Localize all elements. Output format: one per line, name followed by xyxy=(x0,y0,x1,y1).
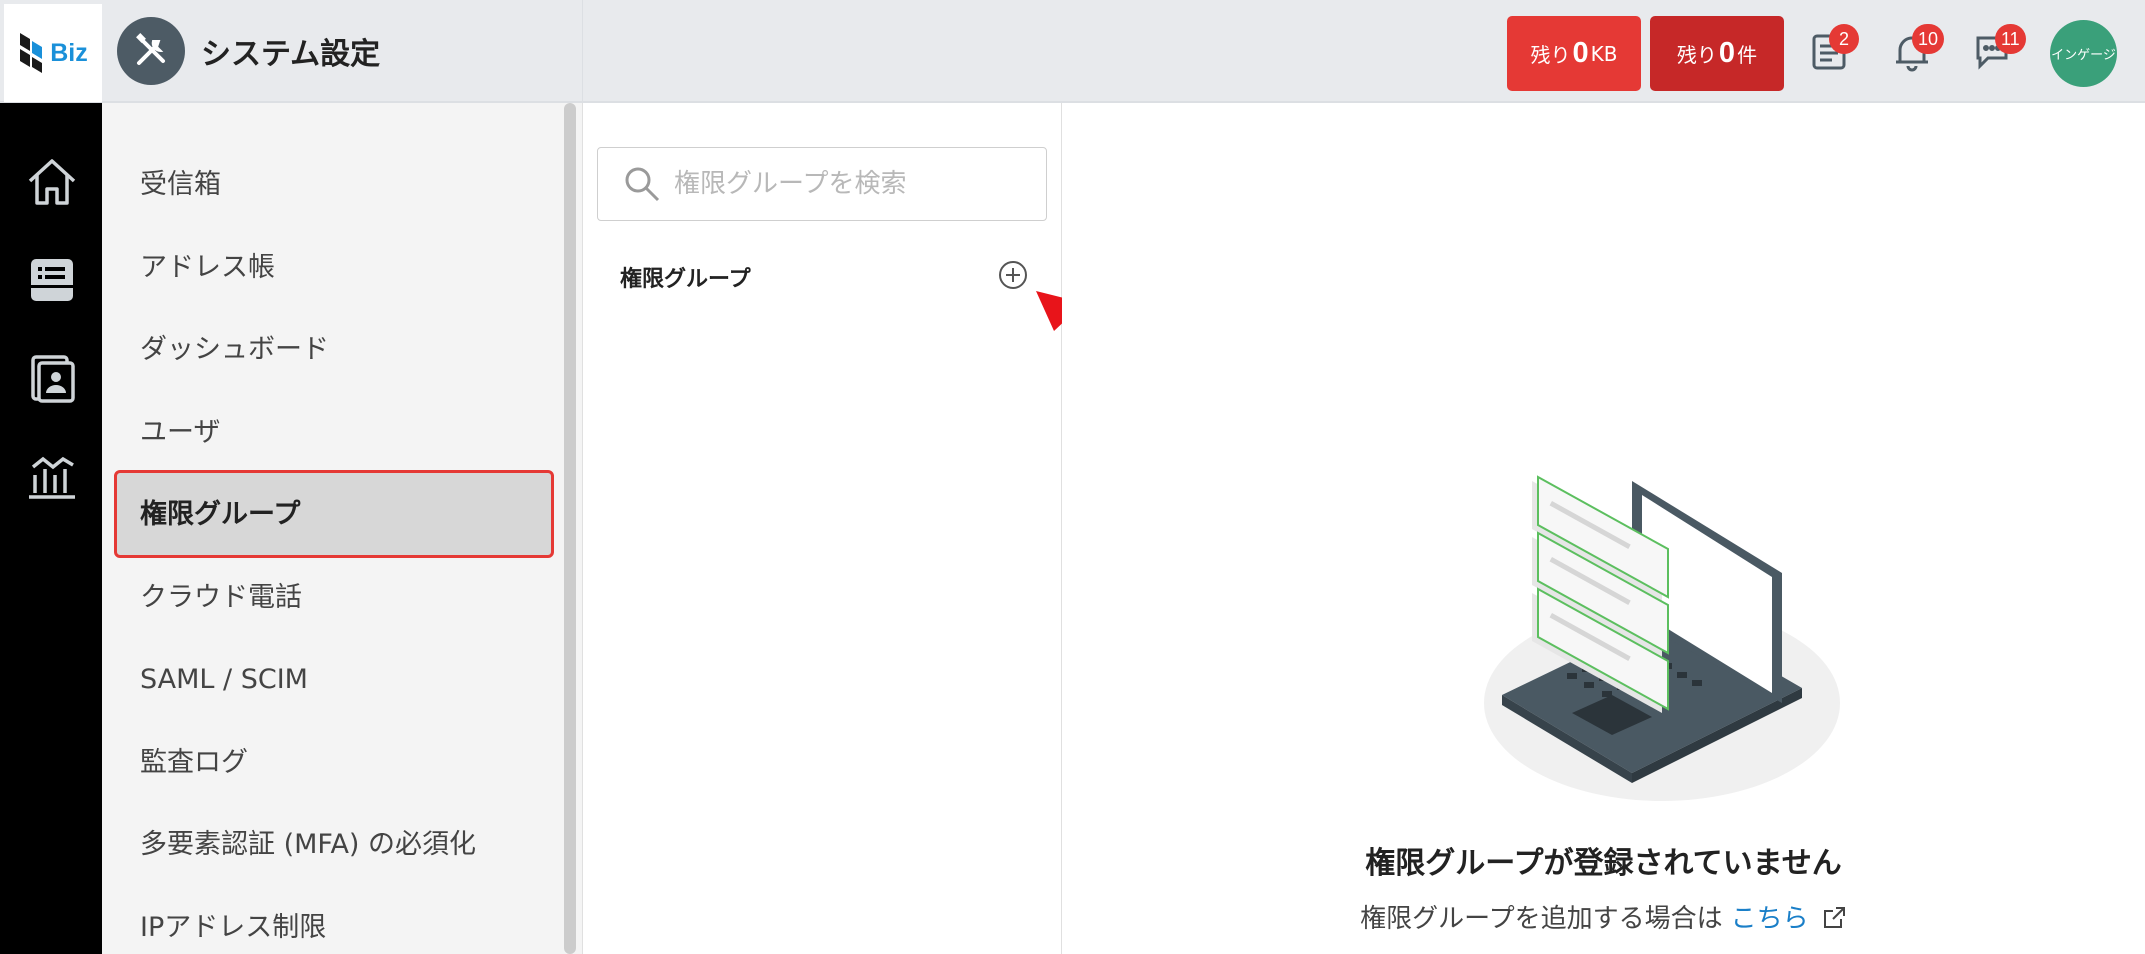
logo-mark-icon xyxy=(20,33,43,73)
inbox-icon[interactable] xyxy=(25,253,79,307)
external-link-icon[interactable] xyxy=(1821,905,1847,931)
menu-item-cloud-phone[interactable]: クラウド電話 xyxy=(140,578,302,618)
main-nav-rail xyxy=(0,103,102,954)
empty-laptop-illustration xyxy=(1484,475,1840,801)
empty-state-title: 権限グループが登録されていません xyxy=(1365,846,1842,881)
permission-group-list-panel: 権限グループ xyxy=(582,103,1062,954)
menu-scrollbar[interactable] xyxy=(564,103,576,954)
app-header: Biz システム設定 残り 0 KB 残り 0 件 2 10 11 インゲージ xyxy=(0,0,2145,103)
home-icon[interactable] xyxy=(25,155,79,209)
count-quota-button[interactable]: 残り 0 件 xyxy=(1650,16,1784,91)
user-avatar[interactable]: インゲージ xyxy=(2050,20,2117,87)
contacts-icon[interactable] xyxy=(25,351,79,405)
page-title-area: システム設定 xyxy=(102,0,583,102)
dashboard-icon[interactable] xyxy=(25,449,79,503)
logo-text: Biz xyxy=(50,38,88,67)
menu-item-dashboard[interactable]: ダッシュボード xyxy=(140,330,329,370)
menu-item-audit-log[interactable]: 監査ログ xyxy=(140,743,248,783)
help-link[interactable]: こちら xyxy=(1731,904,1809,934)
menu-item-inbox[interactable]: 受信箱 xyxy=(140,165,221,205)
notifications-badge: 10 xyxy=(1912,24,1945,54)
quota-unit: KB xyxy=(1590,41,1618,66)
quota-value: 0 xyxy=(1572,37,1589,69)
page-title: システム設定 xyxy=(201,37,381,72)
menu-item-saml-scim[interactable]: SAML / SCIM xyxy=(140,660,308,700)
storage-quota-button[interactable]: 残り 0 KB xyxy=(1507,16,1641,91)
quota-value: 0 xyxy=(1718,37,1736,69)
group-list-heading: 権限グループ xyxy=(620,267,751,292)
chat-badge: 11 xyxy=(1995,24,2026,54)
add-group-plus-icon[interactable] xyxy=(997,259,1029,291)
menu-item-address-book[interactable]: アドレス帳 xyxy=(140,248,275,288)
menu-item-users[interactable]: ユーザ xyxy=(140,413,220,453)
menu-item-mfa[interactable]: 多要素認証 (MFA) の必須化 xyxy=(140,825,476,865)
search-icon xyxy=(625,167,660,202)
settings-tools-icon xyxy=(117,17,185,85)
settings-menu: 受信箱 アドレス帳 ダッシュボード ユーザ 権限グループ クラウド電話 SAML… xyxy=(102,103,582,954)
empty-state-description: 権限グループを追加する場合は こちら xyxy=(1062,898,2145,935)
tasks-badge: 2 xyxy=(1829,24,1859,54)
empty-state-text: 権限グループを追加する場合は xyxy=(1360,904,1723,934)
main-content: 権限グループが登録されていません 権限グループを追加する場合は こちら xyxy=(1062,103,2145,954)
quota-prefix: 残り xyxy=(1530,43,1571,67)
quota-unit: 件 xyxy=(1737,43,1758,67)
menu-item-permission-groups[interactable]: 権限グループ xyxy=(140,495,300,535)
quota-prefix: 残り xyxy=(1676,43,1717,67)
menu-item-ip-restriction[interactable]: IPアドレス制限 xyxy=(140,908,326,948)
search-input[interactable] xyxy=(672,168,1016,200)
app-logo[interactable]: Biz xyxy=(4,4,102,102)
search-box xyxy=(597,147,1047,221)
